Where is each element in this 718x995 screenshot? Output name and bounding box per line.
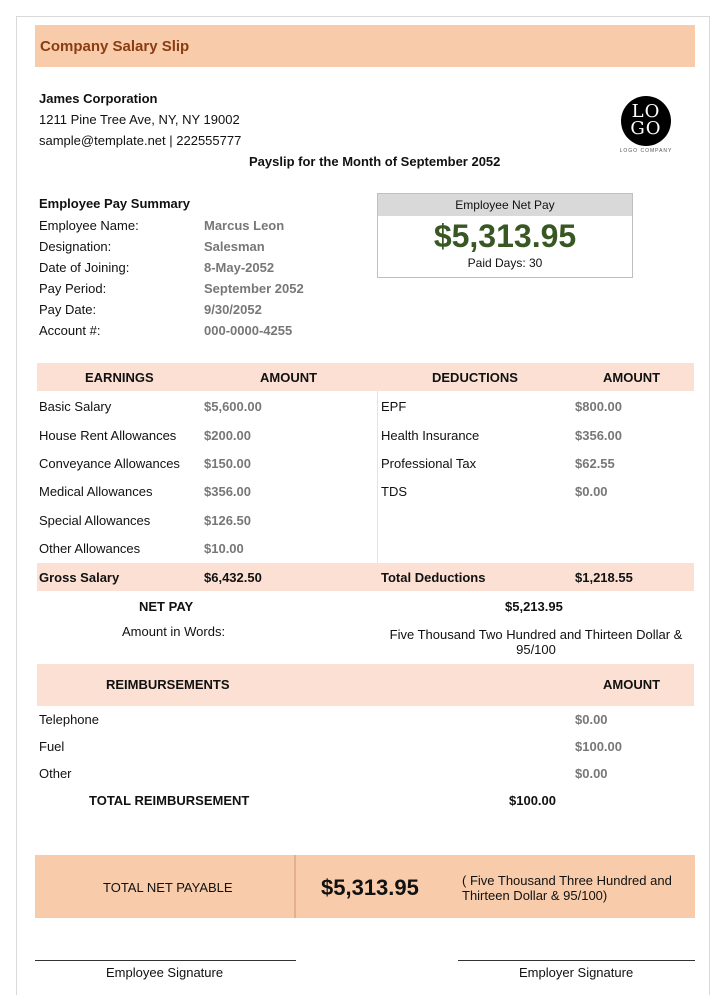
total-net-payable-words-line2: Thirteen Dollar & 95/100) [462, 888, 608, 903]
total-net-payable-divider [294, 855, 296, 918]
net-pay-label: NET PAY [139, 599, 194, 614]
earnings-row-label: Basic Salary [39, 399, 112, 414]
reimbursement-row-amount: $100.00 [575, 739, 622, 754]
total-net-payable-label: TOTAL NET PAYABLE [103, 880, 233, 895]
employer-signature-line [458, 960, 695, 961]
amount-in-words-line1: Five Thousand Two Hundred and Thirteen D… [389, 627, 683, 642]
summary-value-pay-period: September 2052 [204, 281, 304, 296]
amount-in-words-label: Amount in Words: [122, 624, 226, 639]
summary-value-employee-name: Marcus Leon [204, 218, 285, 233]
deductions-row-label: TDS [381, 484, 407, 499]
earnings-row-label: Conveyance Allowances [39, 456, 180, 471]
net-pay-amount: $5,213.95 [505, 599, 563, 614]
page-title: Company Salary Slip [40, 38, 190, 55]
reimbursement-row-amount: $0.00 [575, 712, 608, 727]
reimbursement-row-label: Telephone [39, 712, 99, 727]
net-pay-box-amount: $5,313.95 [433, 218, 577, 254]
earnings-row-amount: $150.00 [204, 456, 251, 471]
summary-label-employee-name: Employee Name: [39, 218, 139, 233]
earnings-row-amount: $200.00 [204, 428, 251, 443]
deductions-row-label: Professional Tax [381, 456, 477, 471]
deductions-row-amount: $62.55 [575, 456, 615, 471]
reimbursement-row-label: Other [39, 766, 72, 781]
logo-text-line2: GO [630, 118, 662, 139]
earnings-row-label: Other Allowances [39, 541, 141, 556]
earnings-row-amount: $10.00 [204, 541, 244, 556]
company-name: James Corporation [39, 91, 158, 106]
reimbursements-column-header: REIMBURSEMENTS [106, 677, 230, 692]
employee-signature-line [35, 960, 296, 961]
gross-salary-label: Gross Salary [39, 570, 120, 585]
deductions-column-header: DEDUCTIONS [432, 370, 518, 385]
earnings-row-amount: $5,600.00 [204, 399, 262, 414]
earnings-row-amount: $126.50 [204, 513, 251, 528]
employee-signature-label: Employee Signature [106, 965, 224, 980]
reimbursements-amount-column-header: AMOUNT [603, 677, 661, 692]
summary-label-designation: Designation: [39, 239, 112, 254]
deductions-row-amount: $800.00 [575, 399, 622, 414]
summary-heading: Employee Pay Summary [39, 196, 191, 211]
employer-signature-label: Employer Signature [519, 965, 634, 980]
payslip-title: Payslip for the Month of September 2052 [249, 154, 501, 169]
deductions-row-label: Health Insurance [381, 428, 480, 443]
earnings-column-header: EARNINGS [85, 370, 154, 385]
logo-subtext: LOGO COMPANY [619, 148, 673, 154]
earnings-row-amount: $356.00 [204, 484, 251, 499]
total-reimbursement-amount: $100.00 [509, 793, 556, 808]
earnings-row-label: Special Allowances [39, 513, 151, 528]
total-deductions-amount: $1,218.55 [575, 570, 633, 585]
reimbursement-row-amount: $0.00 [575, 766, 608, 781]
company-contact: sample@template.net | 222555777 [39, 133, 242, 148]
company-logo: LO GO [621, 96, 671, 146]
summary-value-account: 000-0000-4255 [204, 323, 293, 338]
total-net-payable-words-line1: ( Five Thousand Three Hundred and [462, 873, 672, 888]
summary-value-pay-date: 9/30/2052 [204, 302, 262, 317]
summary-value-date-of-joining: 8-May-2052 [204, 260, 275, 275]
amount-in-words-line2: 95/100 [516, 642, 556, 657]
summary-label-account: Account #: [39, 323, 101, 338]
deductions-row-amount: $0.00 [575, 484, 608, 499]
total-net-payable-amount: $5,313.95 [321, 875, 419, 900]
deductions-row-label: EPF [381, 399, 407, 414]
summary-value-designation: Salesman [204, 239, 265, 254]
reimbursement-row-label: Fuel [39, 739, 65, 754]
earnings-amount-column-header: AMOUNT [260, 370, 318, 385]
paid-days: Paid Days: 30 [467, 256, 543, 270]
total-reimbursement-label: TOTAL REIMBURSEMENT [89, 793, 250, 808]
gross-salary-amount: $6,432.50 [204, 570, 262, 585]
deductions-amount-column-header: AMOUNT [603, 370, 661, 385]
earnings-row-label: Medical Allowances [39, 484, 153, 499]
summary-label-pay-period: Pay Period: [39, 281, 107, 296]
title-bar: Company Salary Slip [35, 25, 695, 67]
summary-label-date-of-joining: Date of Joining: [39, 260, 130, 275]
earnings-row-label: House Rent Allowances [39, 428, 177, 443]
column-divider [377, 391, 378, 563]
deductions-row-amount: $356.00 [575, 428, 622, 443]
summary-label-pay-date: Pay Date: [39, 302, 97, 317]
employee-net-pay-box: Employee Net Pay $5,313.95 Paid Days: 30 [377, 193, 633, 278]
net-pay-box-heading: Employee Net Pay [378, 194, 632, 216]
company-address: 1211 Pine Tree Ave, NY, NY 19002 [39, 112, 240, 127]
total-deductions-label: Total Deductions [381, 570, 486, 585]
